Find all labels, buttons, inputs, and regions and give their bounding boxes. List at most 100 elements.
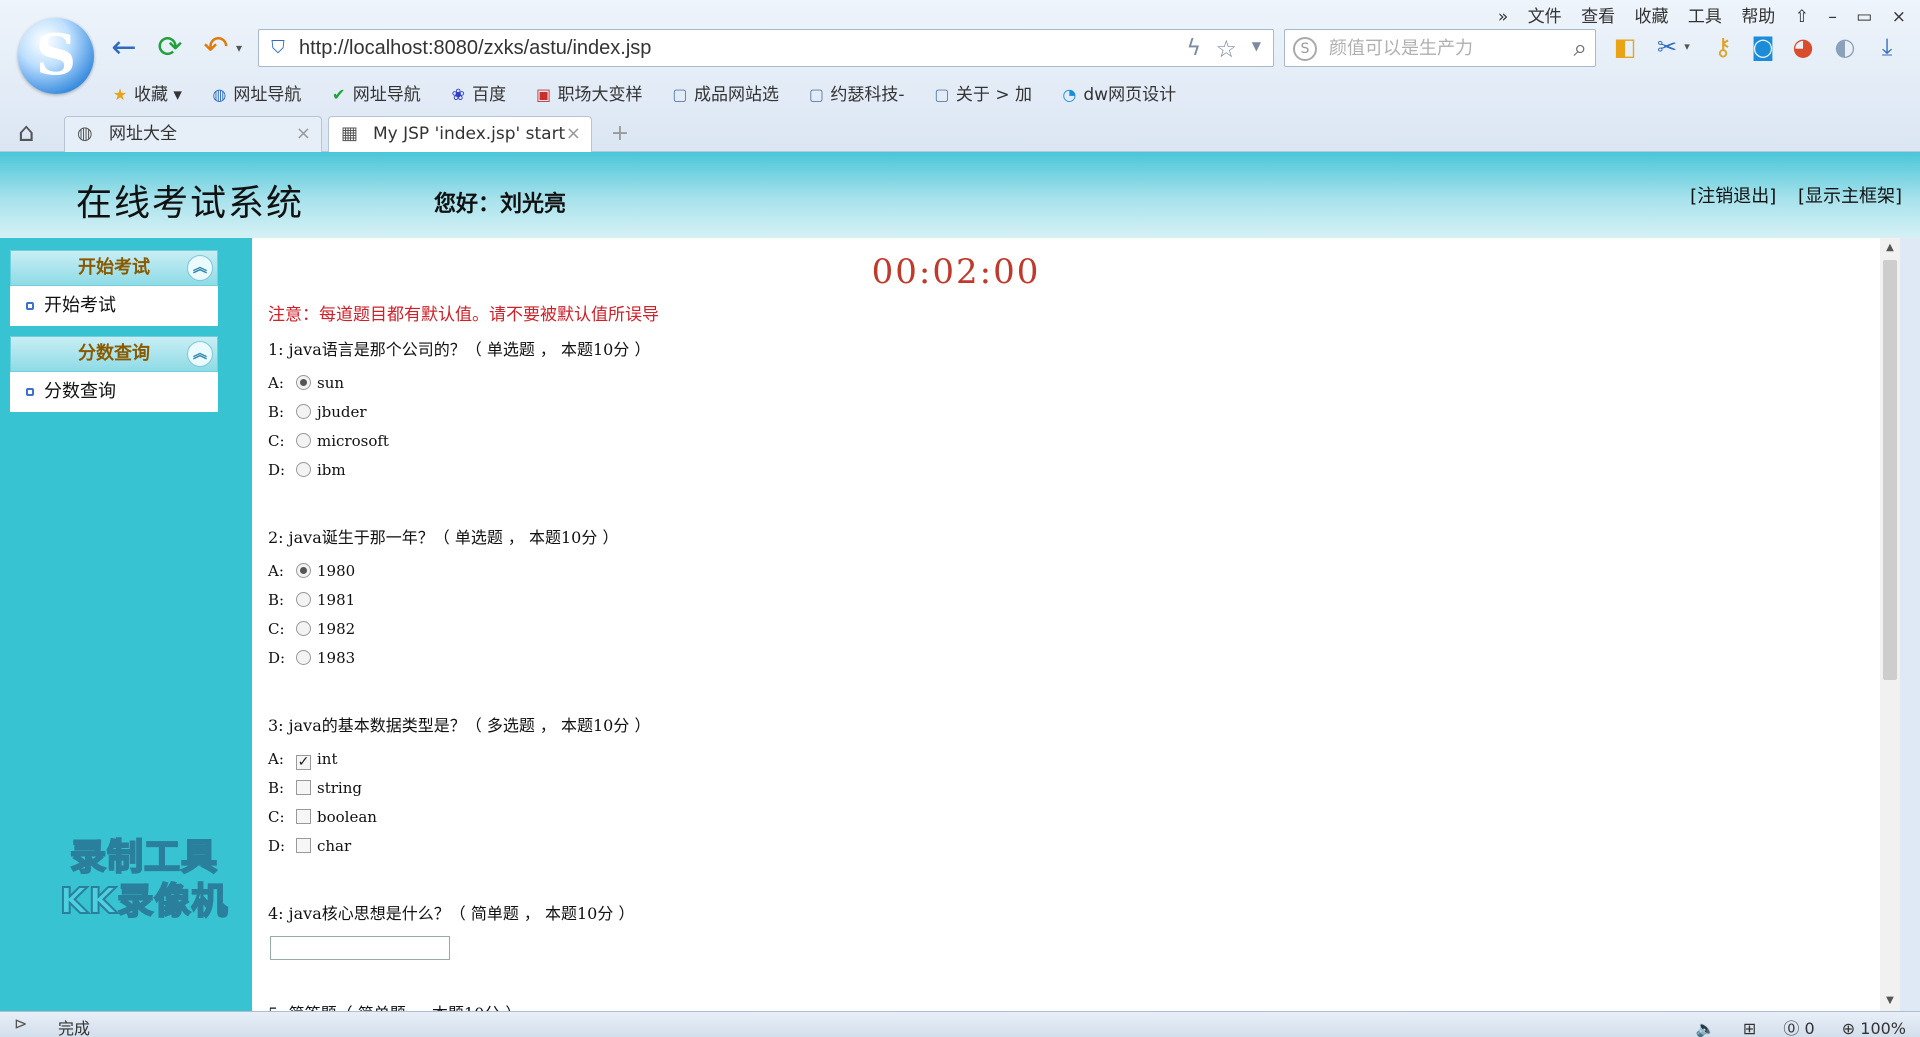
option-row[interactable]: D: char	[268, 835, 351, 857]
zoom-level[interactable]: ⊕ 100%	[1842, 1019, 1906, 1037]
status-text: 完成	[58, 1019, 91, 1037]
globe-icon[interactable]: ◐	[1830, 32, 1860, 62]
sidebar-section-score-query[interactable]: 分数查询 ︽	[10, 336, 218, 372]
address-bar[interactable]: ⛉ http://localhost:8080/zxks/astu/index.…	[258, 29, 1274, 67]
option-row[interactable]: A: 1980	[268, 560, 355, 582]
option-row[interactable]: D: 1983	[268, 647, 355, 669]
option-row[interactable]: B: 1981	[268, 589, 355, 611]
page-icon: ▦	[341, 123, 359, 144]
radio-button[interactable]	[296, 462, 311, 477]
checkbox[interactable]	[296, 809, 311, 824]
menu-view[interactable]: 查看	[1581, 2, 1615, 27]
status-bar: ⊳ 完成 🔈 ⊞ ⓪ 0 ⊕ 100%	[0, 1011, 1920, 1037]
option-letter: D:	[268, 461, 286, 479]
sidebar-item-score-query[interactable]: 分数查询	[10, 372, 218, 412]
radio-button[interactable]	[296, 563, 311, 578]
weibo-icon[interactable]: ◕	[1788, 32, 1818, 62]
collapse-icon[interactable]: ︽	[187, 341, 213, 367]
option-row[interactable]: C: microsoft	[268, 430, 389, 452]
close-icon[interactable]: ×	[296, 117, 311, 151]
new-tab-button[interactable]: +	[600, 118, 640, 150]
sidebar-item-start-exam[interactable]: 开始考试	[10, 286, 218, 326]
more-menu-icon[interactable]: »	[1498, 7, 1508, 27]
back-arrow-icon[interactable]: ←	[106, 30, 142, 66]
search-box[interactable]: S ⌕	[1284, 29, 1596, 67]
menu-favorites[interactable]: 收藏	[1635, 2, 1669, 27]
star-icon[interactable]: ☆	[1215, 35, 1237, 63]
bookmark-item[interactable]: ▣ 职场大变样	[534, 80, 643, 105]
bookmark-item[interactable]: ▢ 约瑟科技-	[806, 80, 905, 105]
scroll-down-icon[interactable]: ▼	[1880, 991, 1900, 1011]
option-letter: C:	[268, 432, 285, 450]
option-text: 1981	[317, 591, 356, 609]
scissors-icon[interactable]: ✂	[1652, 32, 1682, 62]
bookmark-label: dw网页设计	[1083, 85, 1177, 105]
checkbox[interactable]: ✓	[296, 755, 311, 770]
logout-link[interactable]: [注销退出]	[1690, 186, 1776, 207]
search-input[interactable]	[1329, 36, 1549, 60]
short-answer-input[interactable]	[270, 936, 450, 960]
bookmark-item[interactable]: ▢ 关于 > 加	[932, 80, 1032, 105]
countdown-timer: 00:02:00	[871, 252, 1041, 292]
scroll-up-icon[interactable]: ▲	[1880, 238, 1900, 258]
camera-icon[interactable]: ◙	[1748, 32, 1778, 62]
restore-icon[interactable]: ▭	[1856, 7, 1872, 27]
option-row[interactable]: B: string	[268, 777, 362, 799]
radio-button[interactable]	[296, 404, 311, 419]
menu-help[interactable]: 帮助	[1741, 2, 1775, 27]
skin-icon[interactable]: ⇧	[1795, 7, 1809, 27]
sidebar-section-start-exam[interactable]: 开始考试 ︽	[10, 250, 218, 286]
option-row[interactable]: A: ✓ int	[268, 748, 338, 770]
option-row[interactable]: C: 1982	[268, 618, 355, 640]
radio-button[interactable]	[296, 650, 311, 665]
tab-jsp-page[interactable]: ▦ My JSP 'index.jsp' start ×	[328, 116, 592, 152]
tab-strip: ⌂ ◍ 网址大全 × ▦ My JSP 'index.jsp' start × …	[0, 114, 1920, 152]
show-main-frame-link[interactable]: [显示主框架]	[1798, 186, 1902, 207]
radio-button[interactable]	[296, 433, 311, 448]
checkbox[interactable]	[296, 838, 311, 853]
chevron-down-icon[interactable]: ▾	[1680, 32, 1694, 62]
sidebar-toggle-icon[interactable]: ◧	[1610, 32, 1640, 62]
close-window-icon[interactable]: ×	[1892, 7, 1906, 27]
checkbox[interactable]	[296, 780, 311, 795]
radio-button[interactable]	[296, 621, 311, 636]
bookmark-item[interactable]: ▢ 成品网站选	[670, 80, 779, 105]
key-icon[interactable]: ⚷	[1708, 32, 1738, 62]
page-icon: ▢	[808, 85, 824, 104]
radio-button[interactable]	[296, 375, 311, 390]
option-row[interactable]: A: sun	[268, 372, 344, 394]
address-url[interactable]: http://localhost:8080/zxks/astu/index.js…	[299, 30, 651, 66]
sidebar-toggle-icon[interactable]: ⊳	[14, 1014, 27, 1033]
bookmark-label: 收藏	[134, 85, 168, 105]
option-row[interactable]: D: ibm	[268, 459, 346, 481]
bookmark-item[interactable]: ◔ dw网页设计	[1059, 80, 1176, 105]
undo-icon[interactable]: ↶	[198, 30, 234, 66]
download-icon[interactable]: ⤓	[1872, 32, 1902, 62]
home-icon[interactable]: ⌂	[18, 118, 35, 148]
volume-icon[interactable]: 🔈	[1696, 1019, 1716, 1037]
option-row[interactable]: C: boolean	[268, 806, 377, 828]
tab-nav-site[interactable]: ◍ 网址大全 ×	[64, 116, 322, 152]
bullet-icon	[26, 388, 34, 396]
question-title: 4: java核心思想是什么？（ 简单题 ， 本题10分 ）	[268, 904, 635, 923]
bookmark-item[interactable]: ✔ 网址导航	[329, 80, 421, 105]
bookmark-favorites[interactable]: ★ 收藏 ▾	[110, 80, 182, 105]
collapse-icon[interactable]: ︽	[187, 255, 213, 281]
adblock-count[interactable]: ⓪ 0	[1783, 1019, 1814, 1037]
radio-button[interactable]	[296, 592, 311, 607]
bookmark-item[interactable]: ◍ 网址导航	[209, 80, 301, 105]
minimize-icon[interactable]: –	[1828, 7, 1837, 27]
option-row[interactable]: B: jbuder	[268, 401, 367, 423]
vertical-scrollbar[interactable]: ▲ ▼	[1880, 238, 1900, 1011]
search-icon[interactable]: ⌕	[1574, 34, 1587, 62]
chevron-down-icon[interactable]: ▼	[1252, 39, 1261, 53]
menu-file[interactable]: 文件	[1528, 2, 1562, 27]
refresh-icon[interactable]: ⟳	[152, 30, 188, 66]
lightning-icon[interactable]: ϟ	[1186, 36, 1201, 61]
close-icon[interactable]: ×	[566, 117, 581, 151]
menu-tools[interactable]: 工具	[1688, 2, 1722, 27]
scroll-thumb[interactable]	[1883, 260, 1897, 680]
chevron-down-icon[interactable]: ▾	[232, 30, 246, 66]
bookmark-item[interactable]: ❀ 百度	[448, 80, 506, 105]
toolbox-icon[interactable]: ⊞	[1743, 1019, 1756, 1037]
